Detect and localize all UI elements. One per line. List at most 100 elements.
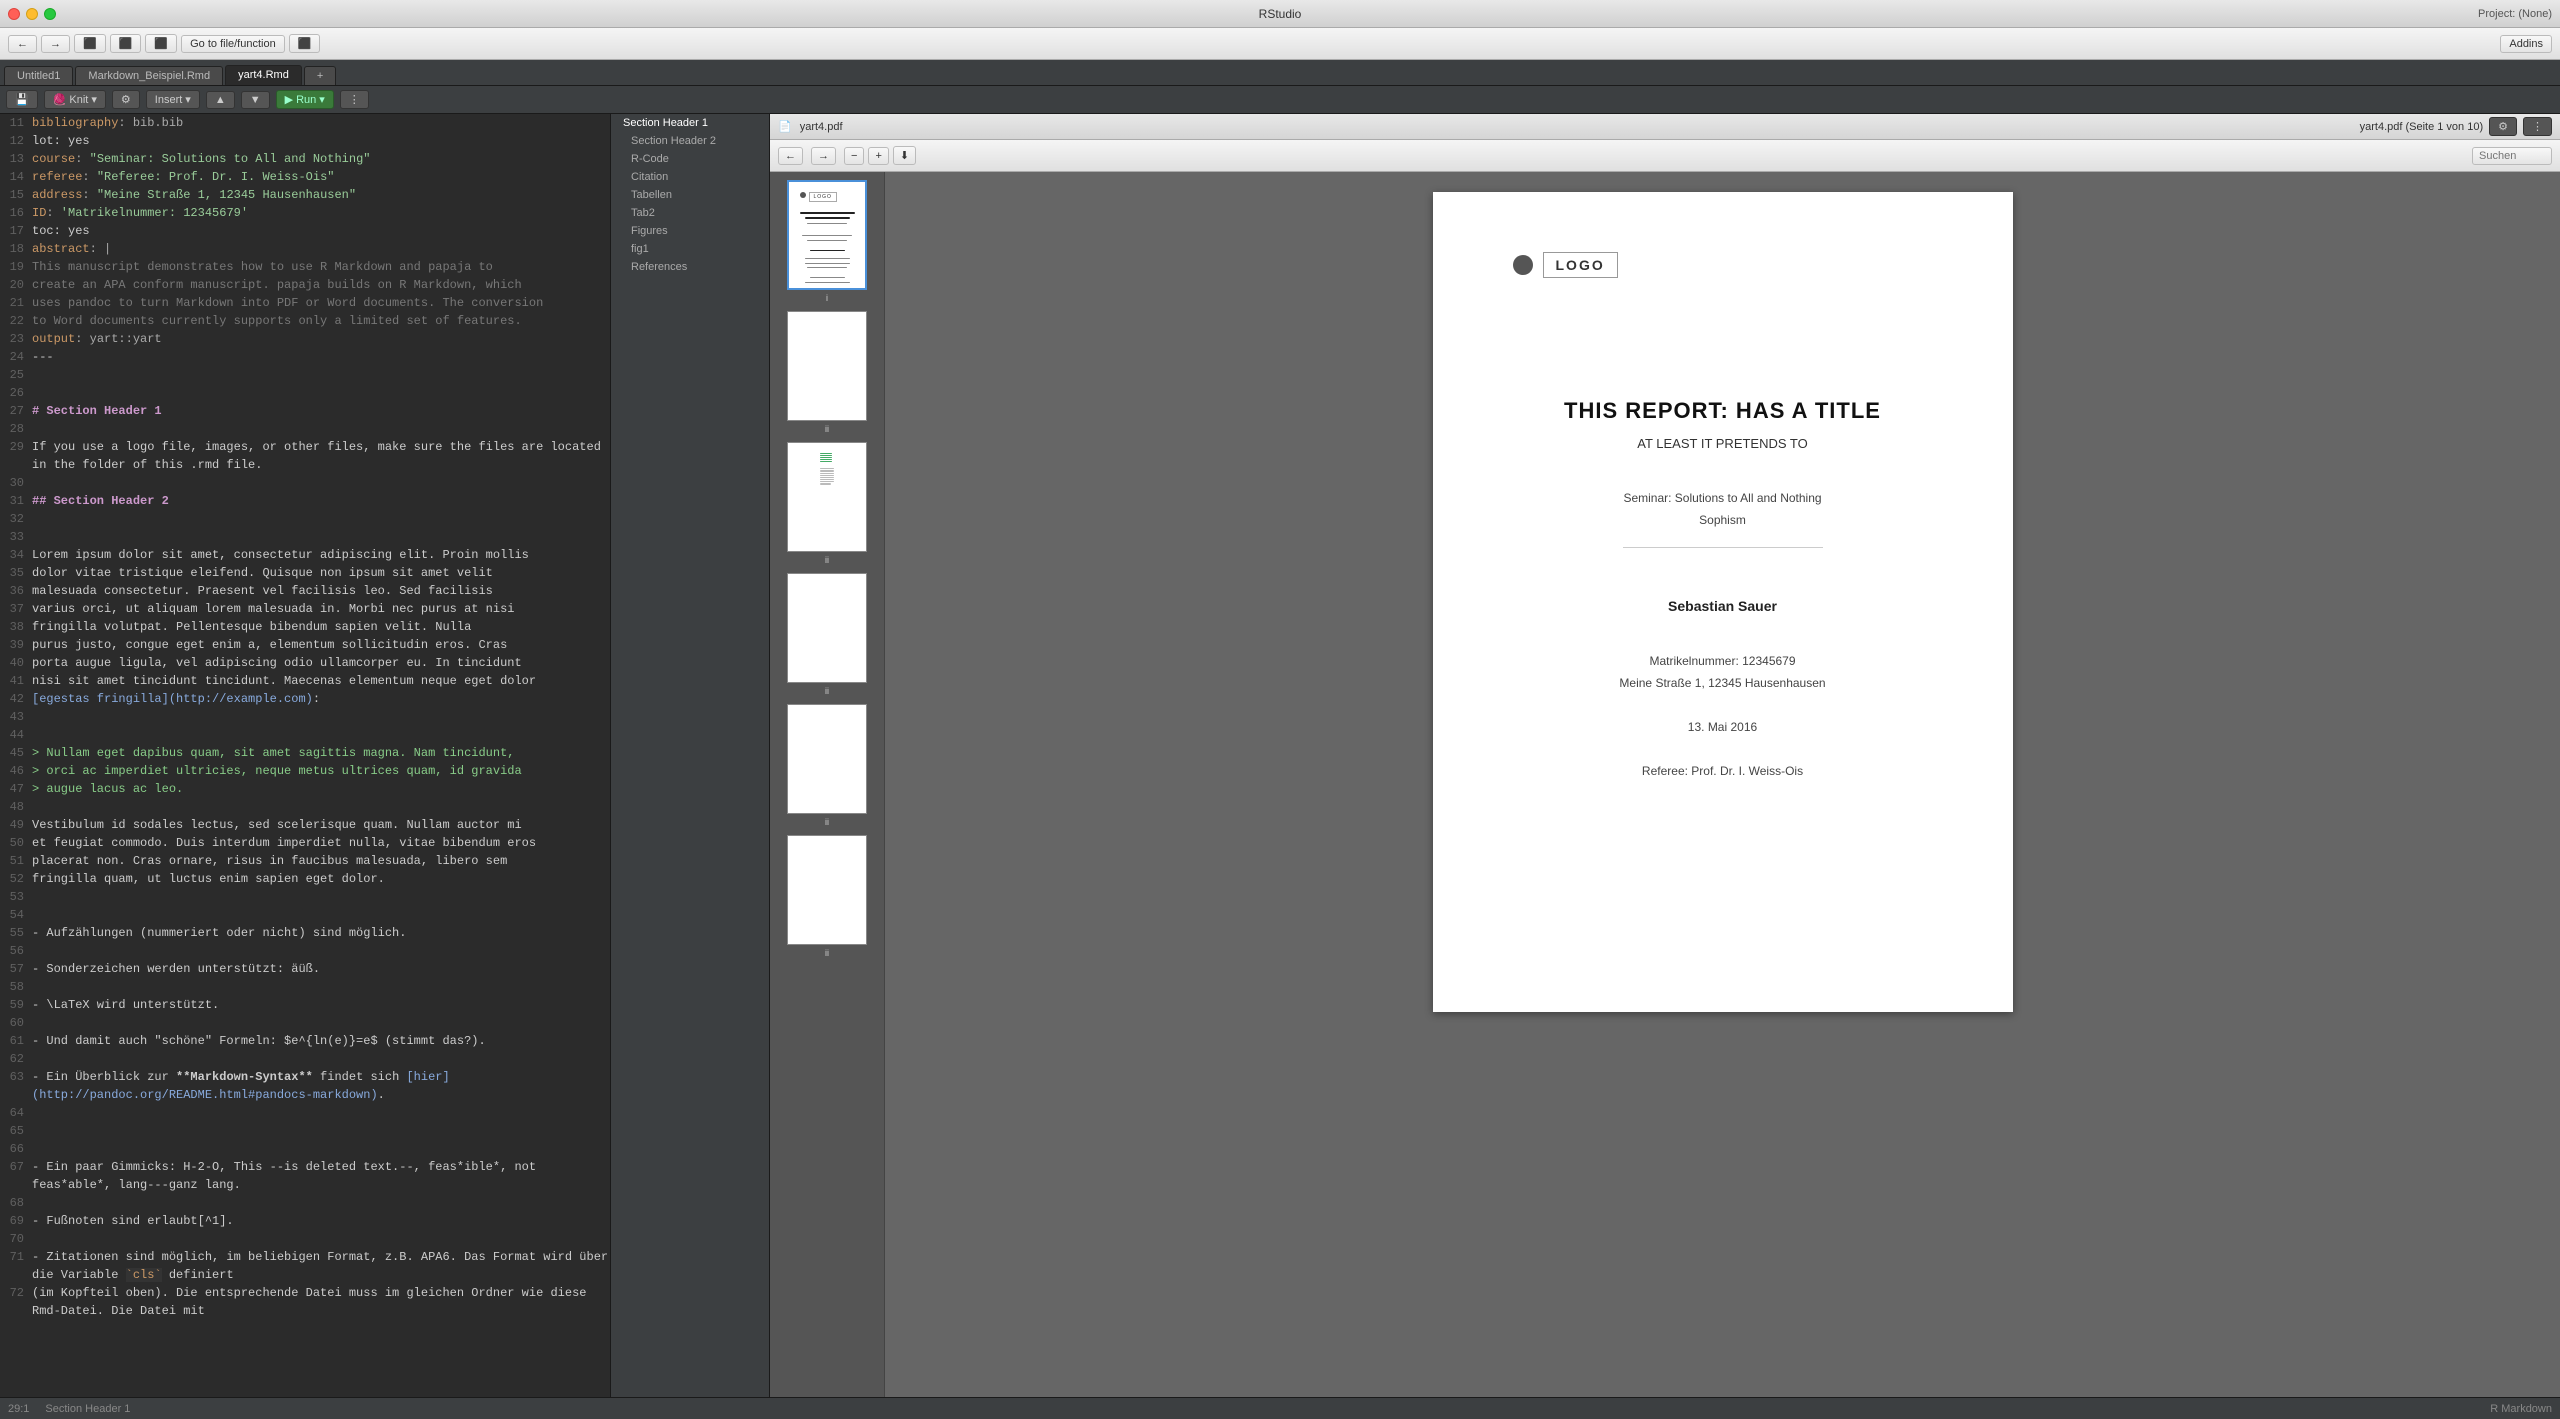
line-content: abstract: | [32,240,111,258]
code-line: 70 [0,1230,610,1248]
code-line: 64 [0,1104,610,1122]
outline-item-1[interactable]: Section Header 2 [611,132,769,150]
code-line: 49Vestibulum id sodales lectus, sed scel… [0,816,610,834]
code-line: 16ID: 'Matrikelnummer: 12345679' [0,204,610,222]
line-content: create an APA conform manuscript. papaja… [32,276,522,294]
knit-button[interactable]: 🧶 Knit ▾ [44,90,106,109]
line-content: Vestibulum id sodales lectus, sed sceler… [32,816,522,834]
addins-button[interactable]: Addins [2500,35,2552,53]
run-button[interactable]: ▶ Run ▾ [276,90,334,109]
line-number: 40 [0,654,32,672]
pdf-thumb-3-container: ii [770,442,884,565]
outline-item-2[interactable]: R-Code [611,150,769,168]
line-number: 64 [0,1104,32,1122]
outline-item-8[interactable]: References [611,258,769,276]
pdf-thumb-5[interactable] [787,704,867,814]
pdf-thumb-6[interactable] [787,835,867,945]
zoom-in-btn[interactable]: + [868,147,888,165]
logo-text: LOGO [1543,252,1618,278]
line-number: 23 [0,330,32,348]
pdf-author-meta: Matrikelnummer: 12345679 Meine Straße 1,… [1619,654,1825,690]
line-number: 59 [0,996,32,1014]
toolbar-icon-2[interactable]: ⬛ [110,34,142,53]
zoom-out-btn[interactable]: − [844,147,864,165]
line-number: 42 [0,690,32,708]
code-line: 51placerat non. Cras ornare, risus in fa… [0,852,610,870]
outline-item-0[interactable]: Section Header 1 [611,114,769,132]
settings-button[interactable]: ⚙ [112,90,140,109]
code-line: 24--- [0,348,610,366]
forward-button[interactable]: → [41,35,70,53]
line-number: 27 [0,402,32,420]
line-number: 63 [0,1068,32,1104]
thumb-1-page-num: i [826,293,828,303]
tab-yart4[interactable]: yart4.Rmd [225,65,302,85]
new-tab-button[interactable]: + [304,66,336,85]
line-number: 51 [0,852,32,870]
line-content: placerat non. Cras ornare, risus in fauc… [32,852,507,870]
line-number: 34 [0,546,32,564]
arrow-down-button[interactable]: ▼ [241,91,270,109]
arrow-up-button[interactable]: ▲ [206,91,235,109]
code-line: 38fringilla volutpat. Pellentesque biben… [0,618,610,636]
pdf-referee: Referee: Prof. Dr. I. Weiss-Ois [1642,764,1803,778]
line-content: ID: 'Matrikelnummer: 12345679' [32,204,248,222]
run-icon: ▶ [285,93,293,106]
pdf-matrikel: Matrikelnummer: 12345679 [1619,654,1825,668]
line-content: - Und damit auch "schöne" Formeln: $e^{l… [32,1032,486,1050]
line-content: address: "Meine Straße 1, 12345 Hausenha… [32,186,356,204]
code-line: 32 [0,510,610,528]
pdf-back-btn[interactable]: ← [778,147,803,165]
minimize-button[interactable] [26,8,38,20]
maximize-button[interactable] [44,8,56,20]
line-number: 32 [0,510,32,528]
line-content: et feugiat commodo. Duis interdum imperd… [32,834,536,852]
tab-markdown-beispiel[interactable]: Markdown_Beispiel.Rmd [75,66,223,85]
save-pdf-btn[interactable]: ⬇ [893,146,916,165]
code-line: 18abstract: | [0,240,610,258]
line-number: 33 [0,528,32,546]
code-line: 35dolor vitae tristique eleifend. Quisqu… [0,564,610,582]
outline-item-5[interactable]: Tab2 [611,204,769,222]
pdf-forward-btn[interactable]: → [811,147,836,165]
toolbar-icon-4[interactable]: ⬛ [289,34,321,53]
more-button[interactable]: ⋮ [340,90,369,109]
save-button[interactable]: 💾 [6,90,38,109]
code-line: 20 create an APA conform manuscript. pap… [0,276,610,294]
pdf-thumb-2-container: ii [770,311,884,434]
line-content: toc: yes [32,222,90,240]
line-number: 60 [0,1014,32,1032]
insert-button[interactable]: Insert ▾ [146,90,200,109]
pdf-content-area: LOGO [770,172,2560,1397]
pdf-thumb-3[interactable] [787,442,867,552]
outline-item-7[interactable]: fig1 [611,240,769,258]
pdf-thumb-2[interactable] [787,311,867,421]
pdf-university: Sophism [1623,513,1821,527]
pdf-more-btn[interactable]: ⋮ [2523,117,2552,136]
outline-item-6[interactable]: Figures [611,222,769,240]
goto-file-button[interactable]: Go to file/function [181,35,285,53]
pdf-title: yart4.pdf [800,121,843,133]
code-line: 58 [0,978,610,996]
toolbar-icon-1[interactable]: ⬛ [74,34,106,53]
line-content: Lorem ipsum dolor sit amet, consectetur … [32,546,529,564]
pdf-settings-btn[interactable]: ⚙ [2489,117,2517,136]
pdf-thumb-1[interactable]: LOGO [787,180,867,290]
pdf-thumb-4[interactable] [787,573,867,683]
editor-panel[interactable]: 11bibliography: bib.bib12lot: yes13cours… [0,114,610,1397]
tab-untitled1[interactable]: Untitled1 [4,66,73,85]
outline-item-3[interactable]: Citation [611,168,769,186]
toolbar-icon-3[interactable]: ⬛ [145,34,177,53]
pdf-page-viewer[interactable]: LOGO THIS REPORT: HAS A TITLE AT LEAST I… [885,172,2560,1397]
pdf-search-input[interactable] [2472,147,2552,165]
line-content: # Section Header 1 [32,402,162,420]
line-number: 48 [0,798,32,816]
code-line: 17toc: yes [0,222,610,240]
title-bar-right: Project: (None) [2478,8,2552,20]
thumb-6-page-num: ii [825,948,829,958]
code-line: 40porta augue ligula, vel adipiscing odi… [0,654,610,672]
code-line: 44 [0,726,610,744]
close-button[interactable] [8,8,20,20]
back-button[interactable]: ← [8,35,37,53]
outline-item-4[interactable]: Tabellen [611,186,769,204]
